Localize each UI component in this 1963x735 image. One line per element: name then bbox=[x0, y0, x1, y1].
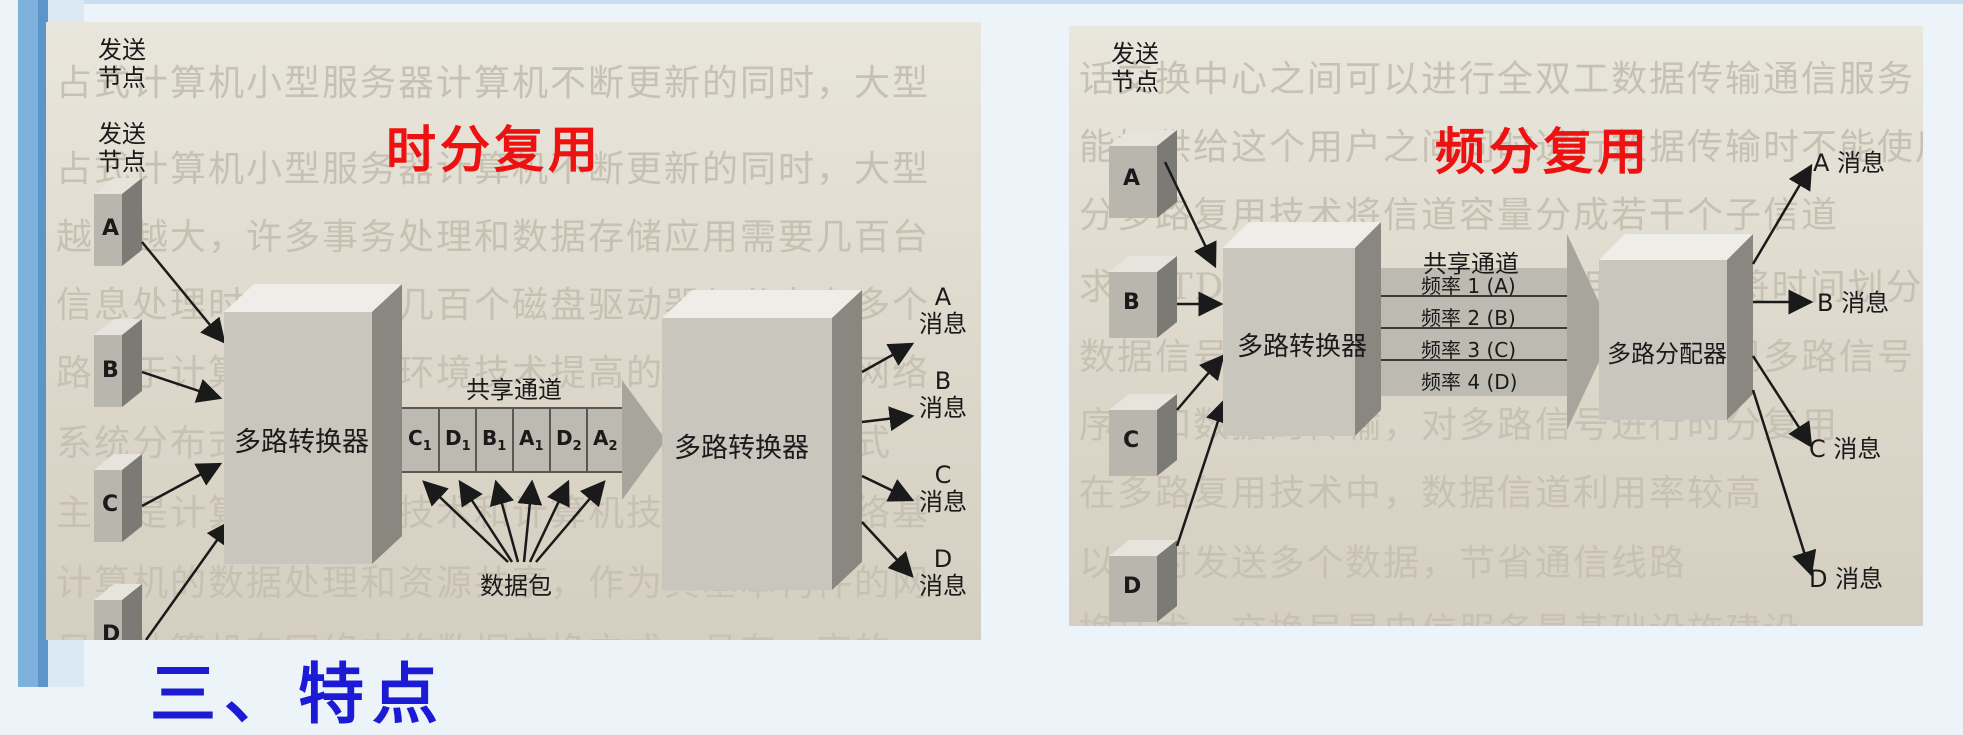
fdm-source-label-d: D bbox=[1123, 574, 1142, 599]
tdm-source-label-b: B bbox=[102, 358, 119, 383]
fdm-message-d: D 消息 bbox=[1809, 565, 1884, 593]
tdm-packet-3: B1 bbox=[482, 426, 507, 454]
tdm-arrow-a-to-mux bbox=[141, 241, 226, 344]
tdm-message-a: A 消息 bbox=[919, 283, 967, 338]
fdm-message-a: A 消息 bbox=[1813, 149, 1886, 177]
fdm-arrow-a-to-mux bbox=[1163, 161, 1217, 269]
tdm-channel-label: 共享通道 bbox=[466, 376, 562, 404]
fdm-source-node-a bbox=[1109, 130, 1177, 218]
tdm-source-label-a: A bbox=[102, 216, 120, 241]
fdm-mux-label: 多路转换器 bbox=[1237, 332, 1368, 362]
tdm-packet-5: D2 bbox=[556, 426, 582, 454]
tdm-arrow-c-to-mux bbox=[141, 462, 223, 508]
section-title: 三、特点 bbox=[150, 656, 446, 733]
tdm-arrow-out-d bbox=[861, 521, 914, 578]
fdm-arrow-out-a bbox=[1751, 163, 1813, 265]
tdm-packet-2: D1 bbox=[445, 426, 471, 454]
fdm-source-label-c: C bbox=[1123, 428, 1140, 453]
fdm-arrow-c-to-mux bbox=[1176, 354, 1225, 411]
fdm-title: 频分复用 bbox=[1435, 123, 1651, 181]
tdm-title: 时分复用 bbox=[386, 121, 602, 179]
tdm-arrow-out-c bbox=[861, 474, 915, 502]
tdm-send-node-label: 发送 节点 bbox=[98, 36, 146, 92]
fdm-source-label-b: B bbox=[1123, 290, 1140, 315]
packet-pointer-1 bbox=[422, 480, 509, 563]
fdm-source-node-c bbox=[1109, 394, 1177, 476]
fdm-message-c: C 消息 bbox=[1809, 435, 1882, 463]
fdm-send-node-label: 发送 节点 bbox=[1111, 40, 1159, 96]
fdm-source-label-a: A bbox=[1123, 166, 1141, 191]
packet-pointer-4 bbox=[517, 479, 543, 563]
fdm-arrow-out-d bbox=[1751, 389, 1817, 577]
tdm-source-label-c: C bbox=[102, 492, 119, 517]
packet-pointer-6 bbox=[535, 480, 606, 563]
tdm-arrow-out-a bbox=[861, 342, 915, 374]
tdm-mux-label: 多路转换器 bbox=[234, 427, 369, 458]
tdm-diagram-panel: 占式计算机小型服务器计算机不断更新的同时，大型 占式计算机小型服务器计算机不断更… bbox=[46, 22, 981, 640]
tdm-source-label-d: D bbox=[102, 622, 121, 640]
fdm-message-b: B 消息 bbox=[1817, 289, 1890, 317]
tdm-demux-label: 多路转换器 bbox=[674, 433, 809, 464]
tdm-packet-4: A1 bbox=[519, 426, 544, 454]
tdm-arrow-b-to-mux bbox=[141, 370, 223, 403]
fdm-frequency-4: 频率 4 (D) bbox=[1421, 370, 1518, 394]
packet-pointer-5 bbox=[528, 479, 570, 563]
fdm-arrow-d-to-mux bbox=[1175, 397, 1230, 547]
tdm-arrow-d-to-mux bbox=[144, 519, 232, 640]
fdm-frequency-1: 频率 1 (A) bbox=[1421, 274, 1516, 298]
fdm-demux-label: 多路分配器 bbox=[1607, 340, 1727, 368]
slide-top-line bbox=[84, 0, 1963, 4]
tdm-packet-1: C1 bbox=[408, 426, 432, 454]
tdm-message-c: C 消息 bbox=[919, 461, 967, 516]
tdm-packet-caption: 数据包 bbox=[480, 572, 552, 600]
tdm-message-b: B 消息 bbox=[919, 367, 967, 422]
tdm-message-d: D 消息 bbox=[919, 545, 967, 600]
fdm-demux-box bbox=[1599, 234, 1753, 420]
packet-pointer-3 bbox=[489, 479, 520, 563]
fdm-arrow-out-c bbox=[1751, 355, 1813, 449]
fdm-source-node-b bbox=[1109, 256, 1177, 338]
fdm-source-node-d bbox=[1109, 540, 1177, 622]
tdm-packet-6: A2 bbox=[593, 426, 618, 454]
tdm-send-node-label-2: 发送 节点 bbox=[98, 120, 146, 176]
fdm-diagram-panel: 话交换中心之间可以进行全双工数据传输通信服务 能提供给这个用户之间同时进行数据传… bbox=[1069, 26, 1923, 626]
tdm-arrow-out-b bbox=[861, 406, 915, 432]
fdm-frequency-2: 频率 2 (B) bbox=[1421, 306, 1516, 330]
fdm-frequency-3: 频率 3 (C) bbox=[1421, 338, 1517, 362]
